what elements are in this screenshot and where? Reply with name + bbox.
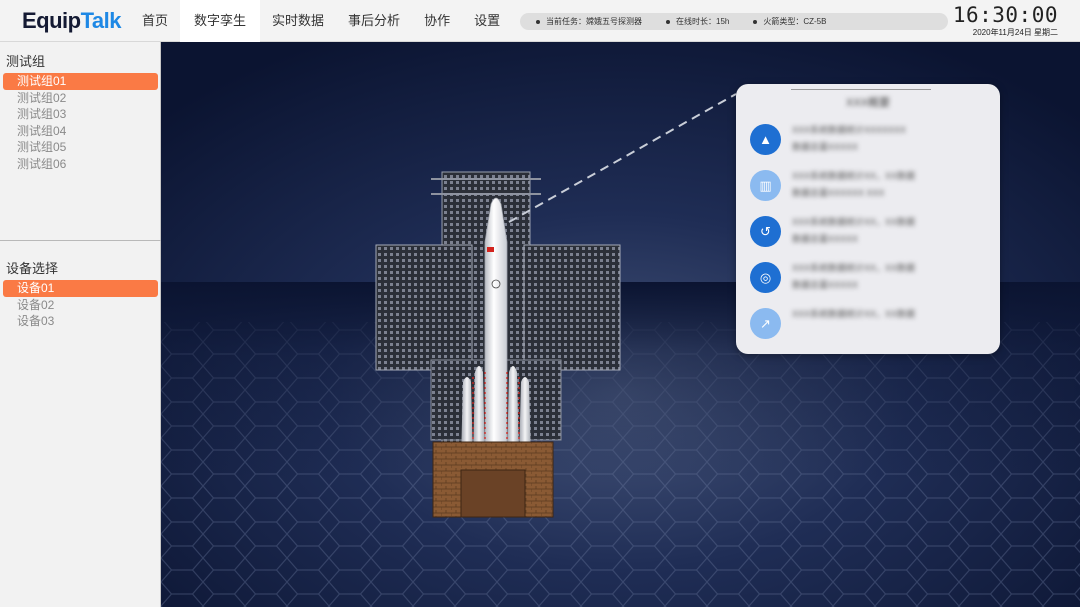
summary-row-text: XXX系统数据统计XX，XX数据 数据总量XXXXXX XXX [792, 168, 982, 202]
top-bar: EquipTalk 首页 数字孪生 实时数据 事后分析 协作 设置 当前任务：嫦… [0, 0, 1080, 42]
bullet-icon [753, 19, 758, 24]
status-online-time-text: 在线时长：15h [676, 17, 730, 26]
trend-chart-icon[interactable]: ↗ [750, 308, 781, 339]
summary-row-line: 数据总量XXXXXX XXX [792, 188, 885, 198]
test-group-title: 测试组 [6, 54, 46, 69]
history-icon[interactable]: ↺ [750, 216, 781, 247]
test-group-item[interactable]: 测试组03 [3, 106, 158, 123]
summary-row-line: XXX系统数据统计XXXXXXX [792, 125, 907, 135]
bar-chart-icon[interactable]: ▥ [750, 170, 781, 201]
summary-row-text: XXX系统数据统计XX，XX数据 数据总量XXXXX [792, 260, 982, 294]
launch-pad-base [432, 441, 554, 518]
clock: 16:30:00 2020年11月24日 星期二 [953, 3, 1058, 38]
test-group-item[interactable]: 测试组05 [3, 139, 158, 156]
clock-date: 2020年11月24日 星期二 [972, 28, 1058, 37]
summary-row-line: XXX系统数据统计XX，XX数据 [792, 171, 916, 181]
sidebar: 测试组 测试组01 测试组02 测试组03 测试组04 测试组05 测试组06 … [0, 42, 161, 607]
test-group-item[interactable]: 测试组02 [3, 90, 158, 107]
device-item[interactable]: 设备01 [3, 280, 158, 297]
nav-post-analysis[interactable]: 事后分析 [336, 0, 412, 42]
test-group-item[interactable]: 测试组04 [3, 123, 158, 140]
summary-row-text: XXX系统数据统计XX，XX数据 数据总量XXXXX [792, 214, 982, 248]
summary-row-line: XXX系统数据统计XX，XX数据 [792, 217, 916, 227]
card-title: XXX概要 [845, 97, 890, 109]
status-current-task-text: 当前任务：嫦娥五号探测器 [546, 17, 642, 26]
test-group-item[interactable]: 测试组01 [3, 73, 158, 90]
sidebar-divider [0, 240, 161, 241]
summary-row-line: 数据总量XXXXX [792, 234, 859, 244]
status-bar: 当前任务：嫦娥五号探测器 在线时长：15h 火箭类型：CZ-5B [520, 13, 948, 30]
main-nav: 首页 数字孪生 实时数据 事后分析 协作 设置 [130, 0, 512, 42]
summary-row-text: XXX系统数据统计XX，XX数据 [792, 306, 982, 323]
clock-time: 16:30:00 [952, 3, 1058, 27]
device-item[interactable]: 设备03 [3, 313, 158, 330]
device-item[interactable]: 设备02 [3, 297, 158, 314]
nav-settings[interactable]: 设置 [462, 0, 512, 42]
app-logo[interactable]: EquipTalk [22, 8, 122, 34]
summary-row[interactable]: ▲ XXX系统数据统计XXXXXXX 数据总量XXXXX [750, 120, 990, 160]
test-group-item[interactable]: 测试组06 [3, 156, 158, 173]
logo-accent-text: Talk [80, 8, 122, 33]
area-chart-icon[interactable]: ▲ [750, 124, 781, 155]
summary-row-line: XXX系统数据统计XX，XX数据 [792, 263, 916, 273]
summary-row[interactable]: ◎ XXX系统数据统计XX，XX数据 数据总量XXXXX [750, 258, 990, 298]
nav-digital-twin[interactable]: 数字孪生 [180, 0, 261, 42]
summary-row-line: 数据总量XXXXX [792, 142, 859, 152]
device-list: 设备01 设备02 设备03 [3, 280, 158, 330]
card-top-line [791, 89, 931, 90]
nav-home[interactable]: 首页 [130, 0, 180, 42]
status-current-task: 当前任务：嫦娥五号探测器 [536, 16, 642, 27]
summary-row-text: XXX系统数据统计XXXXXXX 数据总量XXXXX [792, 122, 982, 156]
summary-row-line: XXX系统数据统计XX，XX数据 [792, 309, 916, 319]
bullet-icon [536, 19, 540, 24]
bullet-icon [666, 19, 670, 24]
status-rocket-type-text: 火箭类型：CZ-5B [763, 17, 827, 26]
summary-row[interactable]: ↺ XXX系统数据统计XX，XX数据 数据总量XXXXX [750, 212, 990, 252]
nav-realtime-data[interactable]: 实时数据 [260, 0, 336, 42]
summary-card[interactable]: XXX概要 ▲ XXX系统数据统计XXXXXXX 数据总量XXXXX ▥ XXX… [736, 84, 1000, 354]
test-group-list: 测试组01 测试组02 测试组03 测试组04 测试组05 测试组06 [3, 73, 158, 172]
coins-icon[interactable]: ◎ [750, 262, 781, 293]
summary-row[interactable]: ↗ XXX系统数据统计XX，XX数据 [750, 304, 990, 344]
summary-row[interactable]: ▥ XXX系统数据统计XX，XX数据 数据总量XXXXXX XXX [750, 166, 990, 206]
device-select-title: 设备选择 [6, 261, 59, 276]
status-online-time: 在线时长：15h [666, 16, 729, 27]
nav-collaboration[interactable]: 协作 [412, 0, 462, 42]
summary-row-line: 数据总量XXXXX [792, 280, 859, 290]
logo-main-text: Equip [22, 8, 81, 33]
status-rocket-type: 火箭类型：CZ-5B [753, 16, 826, 27]
